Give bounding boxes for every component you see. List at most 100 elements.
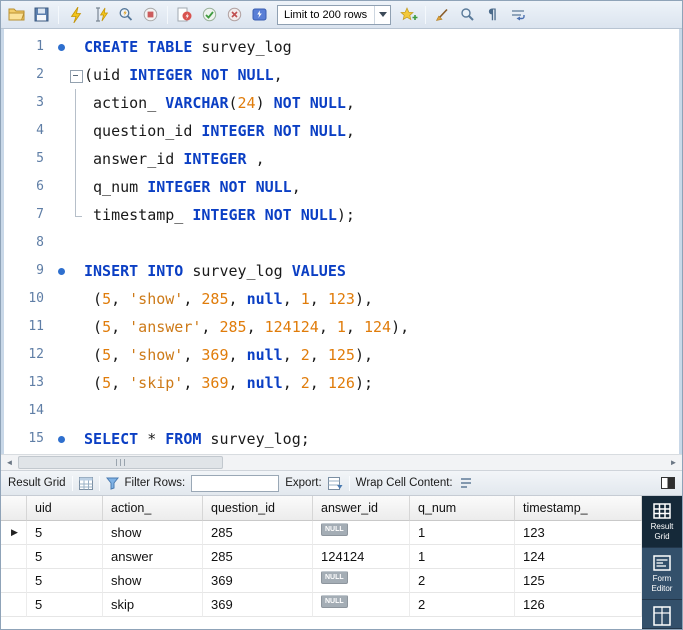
execute-current-button[interactable] (89, 3, 112, 27)
table-row[interactable]: 5 answer 285 124124 1 124 (1, 545, 642, 569)
beautify-button[interactable] (431, 3, 454, 27)
code-token: 369 (201, 346, 229, 364)
table-row[interactable]: ▶ 5 show 285 NULL 1 123 (1, 521, 642, 545)
execute-button[interactable] (64, 3, 87, 27)
table-cell[interactable]: 369 (203, 569, 313, 593)
code-token: , (345, 94, 355, 112)
editor-line[interactable]: 6 q_num INTEGER NOT NULL, (4, 173, 679, 201)
column-header[interactable]: q_num (410, 496, 515, 521)
sidebar-tab-partial[interactable] (642, 600, 682, 629)
table-cell[interactable]: 123 (515, 521, 642, 545)
table-cell[interactable]: show (103, 521, 203, 545)
table-row[interactable]: 5 skip 369 NULL 2 126 (1, 593, 642, 617)
line-number: 14 (28, 403, 44, 418)
fold-marker (68, 341, 84, 369)
scrollbar-track[interactable] (18, 455, 665, 470)
row-selector[interactable] (1, 593, 27, 617)
table-cell[interactable]: 5 (27, 521, 103, 545)
editor-line[interactable]: 9 INSERT INTO survey_log VALUES (4, 257, 679, 285)
editor-line[interactable]: 7 timestamp_ INTEGER NOT NULL); (4, 201, 679, 229)
editor-line[interactable]: 12 (5, 'show', 369, null, 2, 125), (4, 341, 679, 369)
wrap-text-icon (511, 9, 525, 20)
rollback-button[interactable] (223, 3, 246, 27)
table-cell[interactable]: 124 (515, 545, 642, 569)
column-header[interactable]: answer_id (313, 496, 410, 521)
code-token: null (246, 374, 283, 392)
wrap-text-button[interactable] (506, 3, 529, 27)
table-cell[interactable]: 1 (410, 545, 515, 569)
table-cell[interactable]: 285 (203, 521, 313, 545)
table-row[interactable]: 5 show 369 NULL 2 125 (1, 569, 642, 593)
column-header[interactable]: question_id (203, 496, 313, 521)
toggle-autocommit-button[interactable] (248, 3, 271, 27)
table-cell[interactable]: 2 (410, 593, 515, 617)
scrollbar-thumb[interactable] (18, 456, 223, 469)
new-snippet-button[interactable] (397, 3, 420, 27)
editor-line[interactable]: 13 (5, 'skip', 369, null, 2, 126); (4, 369, 679, 397)
row-selector[interactable]: ▶ (1, 521, 27, 545)
filter-rows-input[interactable] (191, 474, 280, 492)
column-header[interactable]: action_ (103, 496, 203, 521)
column-header[interactable]: timestamp_ (515, 496, 642, 521)
table-cell[interactable]: 5 (27, 569, 103, 593)
table-cell[interactable]: 124124 (313, 545, 410, 569)
table-cell[interactable]: 126 (515, 593, 642, 617)
table-cell[interactable]: 2 (410, 569, 515, 593)
find-button[interactable] (456, 3, 479, 27)
editor-line[interactable]: 5 answer_id INTEGER , (4, 145, 679, 173)
table-cell[interactable]: 285 (203, 545, 313, 569)
limit-rows-dropdown[interactable]: Limit to 200 rows (277, 4, 391, 25)
sql-code-editor[interactable]: 1 CREATE TABLE survey_log 2 (uid INTEGER NO… (1, 29, 682, 454)
toggle-panel-icon[interactable] (661, 477, 675, 489)
filter-funnel-icon[interactable] (105, 477, 119, 490)
table-cell[interactable]: NULL (313, 569, 410, 593)
commit-button[interactable] (198, 3, 221, 27)
table-cell[interactable]: skip (103, 593, 203, 617)
table-cell[interactable]: answer (103, 545, 203, 569)
table-cell[interactable]: NULL (313, 521, 410, 545)
code-token: , (183, 346, 202, 364)
statement-marker (54, 369, 68, 397)
table-cell[interactable]: 1 (410, 521, 515, 545)
save-script-button[interactable] (30, 3, 53, 27)
editor-line[interactable]: 8 (4, 229, 679, 257)
scroll-right-button[interactable]: ► (665, 455, 682, 470)
grid-view-icon[interactable] (78, 476, 93, 490)
export-icon[interactable] (327, 476, 343, 490)
table-cell[interactable]: NULL (313, 593, 410, 617)
editor-line[interactable]: 11 (5, 'answer', 285, 124124, 1, 124), (4, 313, 679, 341)
scroll-left-button[interactable]: ◄ (1, 455, 18, 470)
table-cell[interactable]: 5 (27, 593, 103, 617)
table-cell[interactable]: 369 (203, 593, 313, 617)
wrap-cell-content-icon[interactable] (459, 477, 473, 489)
sidebar-tab-result-grid[interactable]: Result Grid (642, 496, 682, 548)
row-selector[interactable] (1, 569, 27, 593)
column-header[interactable]: uid (27, 496, 103, 521)
toggle-stop-on-error-button[interactable] (173, 3, 196, 27)
editor-line[interactable]: 15 SELECT * FROM survey_log; (4, 425, 679, 453)
grid-body: ▶ 5 show 285 NULL 1 123 5 answer 285 124124 1 124 5 sh… (1, 521, 642, 617)
table-cell[interactable]: 5 (27, 545, 103, 569)
code-token: , (282, 374, 301, 392)
editor-line[interactable]: 1 CREATE TABLE survey_log (4, 33, 679, 61)
editor-line[interactable]: 14 (4, 397, 679, 425)
fold-marker (68, 201, 84, 229)
open-script-button[interactable] (5, 3, 28, 27)
editor-line[interactable]: 2 (uid INTEGER NOT NULL, (4, 61, 679, 89)
code-token: survey_log (183, 262, 292, 280)
stop-button[interactable] (139, 3, 162, 27)
sidebar-tab-form-editor[interactable]: Form Editor (642, 548, 682, 600)
invisible-chars-button[interactable]: ¶ (481, 3, 504, 27)
fold-marker[interactable] (68, 61, 84, 89)
table-cell[interactable]: 125 (515, 569, 642, 593)
editor-line[interactable]: 3 action_ VARCHAR(24) NOT NULL, (4, 89, 679, 117)
code-text: q_num INTEGER NOT NULL, (84, 173, 679, 201)
editor-line[interactable]: 4 question_id INTEGER NOT NULL, (4, 117, 679, 145)
dropdown-arrow-icon[interactable] (374, 5, 390, 24)
horizontal-scrollbar[interactable]: ◄ ► (1, 454, 682, 471)
explain-button[interactable] (114, 3, 137, 27)
editor-line[interactable]: 10 (5, 'show', 285, null, 1, 123), (4, 285, 679, 313)
table-cell[interactable]: show (103, 569, 203, 593)
row-selector[interactable] (1, 545, 27, 569)
